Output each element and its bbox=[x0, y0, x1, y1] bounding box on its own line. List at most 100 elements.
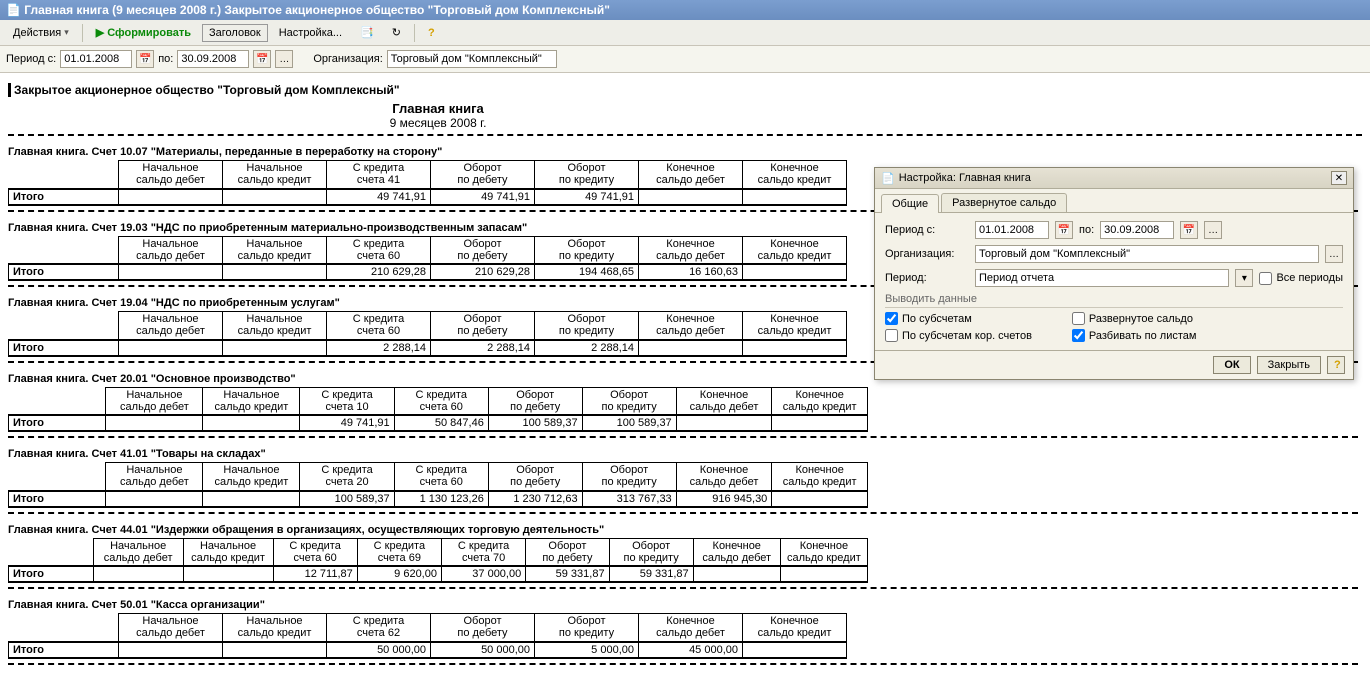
column-header: С кредитасчета 69 bbox=[357, 538, 441, 566]
help-icon: ? bbox=[1334, 359, 1341, 371]
dialog-body: Период с: 📅 по: 📅 … Организация: … Перио… bbox=[875, 213, 1353, 350]
cell-value: 50 000,00 bbox=[327, 642, 431, 658]
dlg-ellipsis-button[interactable]: … bbox=[1204, 221, 1222, 239]
split-pages-check[interactable]: Разбивать по листам bbox=[1072, 329, 1197, 342]
column-header: Начальноесальдо дебет bbox=[106, 463, 203, 491]
close-dialog-button[interactable]: Закрыть bbox=[1257, 356, 1321, 374]
dlg-calendar-from-button[interactable]: 📅 bbox=[1055, 221, 1073, 239]
cell-value: 16 160,63 bbox=[639, 264, 743, 280]
cell-value: 49 741,91 bbox=[535, 189, 639, 205]
refresh-icon: ↻ bbox=[392, 26, 401, 39]
calendar-to-button[interactable]: 📅 bbox=[253, 50, 271, 68]
cell-value: 916 945,30 bbox=[676, 491, 772, 507]
all-periods-checkbox[interactable] bbox=[1259, 272, 1272, 285]
column-header: С кредитасчета 62 bbox=[327, 614, 431, 642]
generate-button[interactable]: ▶Сформировать bbox=[89, 23, 198, 42]
column-header: Оборотпо дебету bbox=[526, 538, 609, 566]
total-label: Итого bbox=[9, 189, 119, 205]
tab-general[interactable]: Общие bbox=[881, 194, 939, 213]
chevron-down-icon: ▾ bbox=[1242, 273, 1247, 284]
help-button[interactable]: ? bbox=[421, 24, 442, 42]
total-label: Итого bbox=[9, 491, 106, 507]
cell-value bbox=[183, 566, 273, 582]
column-header: С кредитасчета 60 bbox=[327, 312, 431, 340]
cell-value: 50 000,00 bbox=[431, 642, 535, 658]
column-header: Конечноесальдо кредит bbox=[780, 538, 867, 566]
to-label: по: bbox=[158, 53, 173, 65]
total-label: Итого bbox=[9, 566, 94, 582]
calendar-icon: 📅 bbox=[1183, 225, 1195, 236]
calendar-from-button[interactable]: 📅 bbox=[136, 50, 154, 68]
cell-value bbox=[676, 415, 772, 431]
cell-value: 49 741,91 bbox=[431, 189, 535, 205]
ellipsis-button[interactable]: … bbox=[275, 50, 293, 68]
dlg-org-ellipsis-button[interactable]: … bbox=[1325, 245, 1343, 263]
ledger-table: Начальноесальдо дебетНачальноесальдо кре… bbox=[8, 462, 868, 508]
ledger-table: Начальноесальдо дебетНачальноесальдо кре… bbox=[8, 160, 847, 206]
header-button[interactable]: Заголовок bbox=[202, 24, 268, 42]
org-label: Организация: bbox=[313, 53, 382, 65]
cell-value bbox=[106, 491, 203, 507]
all-periods-check[interactable]: Все периоды bbox=[1259, 272, 1343, 285]
column-header: Конечноесальдо дебет bbox=[639, 161, 743, 189]
total-label: Итого bbox=[9, 415, 106, 431]
expanded-balance-check[interactable]: Развернутое сальдо bbox=[1072, 312, 1197, 325]
cell-value: 5 000,00 bbox=[535, 642, 639, 658]
tool-button-2[interactable]: ↻ bbox=[385, 23, 408, 42]
filter-bar: Период с: 📅 по: 📅 … Организация: bbox=[0, 46, 1370, 73]
close-button[interactable]: ✕ bbox=[1331, 171, 1347, 185]
dlg-period-select[interactable] bbox=[975, 269, 1229, 287]
column-header: Оборотпо дебету bbox=[431, 614, 535, 642]
column-header: Оборотпо кредиту bbox=[535, 236, 639, 264]
split-pages-checkbox[interactable] bbox=[1072, 329, 1085, 342]
dialog-help-button[interactable]: ? bbox=[1327, 356, 1345, 374]
dlg-date-to-input[interactable] bbox=[1100, 221, 1174, 239]
dlg-calendar-to-button[interactable]: 📅 bbox=[1180, 221, 1198, 239]
date-to-input[interactable] bbox=[177, 50, 249, 68]
column-header: С кредитасчета 60 bbox=[394, 387, 488, 415]
column-header: Начальноесальдо дебет bbox=[119, 614, 223, 642]
cell-value: 313 767,33 bbox=[582, 491, 676, 507]
section-title: Главная книга. Счет 10.07 "Материалы, пе… bbox=[8, 146, 868, 158]
column-header: Конечноесальдо дебет bbox=[639, 614, 743, 642]
dlg-org-input[interactable] bbox=[975, 245, 1319, 263]
report-subtitle: 9 месяцев 2008 г. bbox=[8, 116, 868, 130]
cell-value bbox=[106, 415, 203, 431]
column-header: Начальноесальдо кредит bbox=[203, 387, 300, 415]
column-header: Начальноесальдо дебет bbox=[119, 161, 223, 189]
cell-value: 45 000,00 bbox=[639, 642, 743, 658]
tool-button-1[interactable]: 📑 bbox=[353, 23, 381, 42]
subaccounts-cor-check[interactable]: По субсчетам кор. счетов bbox=[885, 329, 1032, 342]
dialog-footer: ОК Закрыть ? bbox=[875, 350, 1353, 379]
column-header: Конечноесальдо дебет bbox=[639, 236, 743, 264]
cell-value: 1 230 712,63 bbox=[488, 491, 582, 507]
column-header: Оборотпо дебету bbox=[431, 161, 535, 189]
cell-value: 9 620,00 bbox=[357, 566, 441, 582]
column-header: Оборотпо кредиту bbox=[535, 161, 639, 189]
cell-value bbox=[203, 415, 300, 431]
cell-value bbox=[223, 264, 327, 280]
expanded-balance-checkbox[interactable] bbox=[1072, 312, 1085, 325]
ledger-table: Начальноесальдо дебетНачальноесальдо кре… bbox=[8, 311, 847, 357]
dlg-date-from-input[interactable] bbox=[975, 221, 1049, 239]
close-icon: ✕ bbox=[1335, 173, 1343, 184]
cell-value: 2 288,14 bbox=[431, 340, 535, 356]
column-header: Начальноесальдо кредит bbox=[223, 614, 327, 642]
subaccounts-check[interactable]: По субсчетам bbox=[885, 312, 1032, 325]
column-header: Начальноесальдо дебет bbox=[119, 236, 223, 264]
org-input[interactable] bbox=[387, 50, 557, 68]
settings-button[interactable]: Настройка... bbox=[272, 24, 349, 42]
calendar-icon: 📅 bbox=[1058, 225, 1070, 236]
tab-expanded-balance[interactable]: Развернутое сальдо bbox=[941, 193, 1067, 212]
cell-value: 49 741,91 bbox=[300, 415, 394, 431]
actions-button[interactable]: Действия ▾ bbox=[6, 24, 76, 42]
subaccounts-cor-checkbox[interactable] bbox=[885, 329, 898, 342]
cell-value bbox=[743, 189, 847, 205]
section-title: Главная книга. Счет 44.01 "Издержки обра… bbox=[8, 524, 868, 536]
subaccounts-checkbox[interactable] bbox=[885, 312, 898, 325]
column-header: Оборотпо дебету bbox=[431, 236, 535, 264]
ok-button[interactable]: ОК bbox=[1213, 356, 1250, 374]
date-from-input[interactable] bbox=[60, 50, 132, 68]
dlg-period-dropdown-button[interactable]: ▾ bbox=[1235, 269, 1253, 287]
cell-value: 210 629,28 bbox=[431, 264, 535, 280]
